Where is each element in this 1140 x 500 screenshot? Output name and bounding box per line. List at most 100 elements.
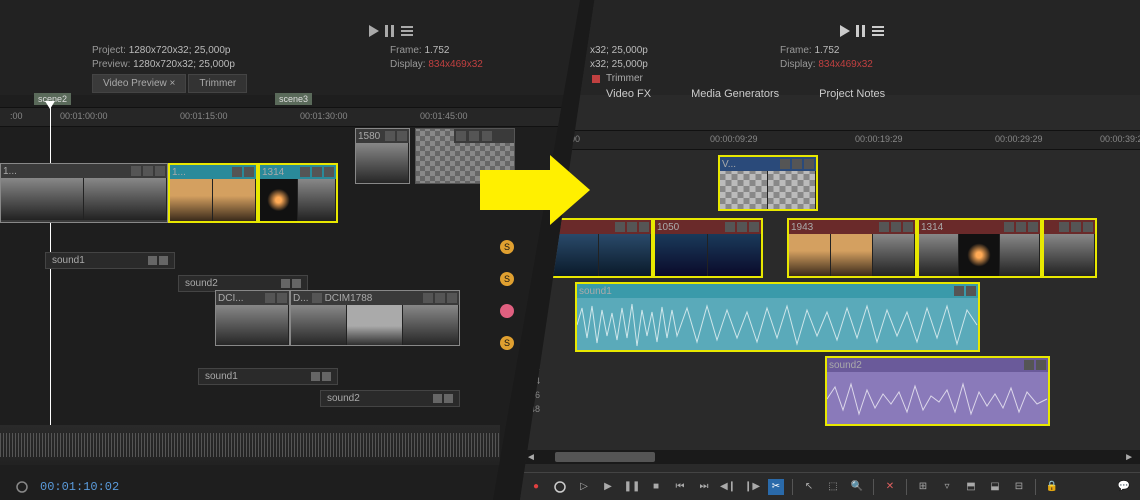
track-sound1-left[interactable]: sound1	[45, 252, 175, 269]
close-icon[interactable]: ×	[170, 78, 176, 89]
menu-icon[interactable]	[322, 372, 331, 381]
prev-frame-button[interactable]: ◀❙	[720, 479, 736, 495]
mute-indicator[interactable]	[500, 304, 514, 318]
fx-icon[interactable]	[312, 167, 322, 177]
clip-dcim[interactable]: DCI...	[215, 290, 290, 346]
play-icon[interactable]	[840, 25, 850, 37]
scroll-right-icon[interactable]: ►	[1124, 452, 1134, 463]
menu-icon[interactable]	[159, 256, 168, 265]
clip-1314[interactable]: 1314	[258, 163, 338, 223]
tab-trimmer-r[interactable]: Trimmer	[606, 73, 643, 84]
loop-button[interactable]	[552, 479, 568, 495]
waveform-overview[interactable]	[0, 425, 500, 465]
crop-icon[interactable]	[131, 166, 141, 176]
list-icon[interactable]	[401, 25, 411, 37]
tab-video-preview[interactable]: Video Preview ×	[92, 74, 186, 93]
clip-1314-r[interactable]: 1314	[917, 218, 1042, 278]
menu-icon[interactable]	[966, 286, 976, 296]
fx-icon[interactable]	[1071, 222, 1081, 232]
track-sound2-b[interactable]: sound2	[320, 390, 460, 407]
crop-icon[interactable]	[423, 293, 433, 303]
menu-icon[interactable]	[804, 159, 814, 169]
go-start-button[interactable]: ⏮	[672, 479, 688, 495]
clip-dcim1788[interactable]: D...DCIM1788	[290, 290, 460, 346]
list-icon[interactable]	[872, 25, 882, 37]
go-end-button[interactable]: ⏭	[696, 479, 712, 495]
fx-icon[interactable]	[232, 167, 242, 177]
fx-icon[interactable]	[311, 372, 320, 381]
menu-icon[interactable]	[903, 222, 913, 232]
play-start-button[interactable]: ▷	[576, 479, 592, 495]
crop-icon[interactable]	[300, 167, 310, 177]
menu-icon[interactable]	[324, 167, 334, 177]
play-button[interactable]: ▶	[600, 479, 616, 495]
fx-icon[interactable]	[148, 256, 157, 265]
crop-icon[interactable]	[1004, 222, 1014, 232]
audio-sound2[interactable]: sound2	[825, 356, 1050, 426]
marker-button[interactable]: ▿	[939, 479, 955, 495]
menu-icon[interactable]	[482, 131, 492, 141]
tool-a[interactable]: ⬓	[987, 479, 1003, 495]
fx-icon[interactable]	[385, 131, 395, 141]
crop-icon[interactable]	[1059, 222, 1069, 232]
edit-tool-button[interactable]: ✂	[768, 479, 784, 495]
play-icon[interactable]	[369, 25, 379, 37]
cursor-tool[interactable]: ↖	[801, 479, 817, 495]
scrollbar-thumb[interactable]	[555, 452, 655, 462]
clip-sunset-sel[interactable]: 1...	[168, 163, 258, 223]
solo-indicator[interactable]: S	[500, 272, 514, 286]
crop-icon[interactable]	[456, 131, 466, 141]
clip-1050[interactable]: 1050	[653, 218, 763, 278]
crop-icon[interactable]	[725, 222, 735, 232]
fx-icon[interactable]	[281, 279, 290, 288]
menu-icon[interactable]	[1036, 360, 1046, 370]
audio-sound1[interactable]: sound1	[575, 282, 980, 352]
tool-b[interactable]: ⊟	[1011, 479, 1027, 495]
clip-bw-1[interactable]: 1...	[0, 163, 168, 223]
marker-scene3[interactable]: scene3	[275, 93, 312, 105]
playhead-left[interactable]	[50, 107, 51, 437]
snap-button[interactable]: ⊞	[915, 479, 931, 495]
menu-icon[interactable]	[244, 167, 254, 177]
solo-indicator[interactable]: S	[500, 336, 514, 350]
clip-1943[interactable]: 1943	[787, 218, 917, 278]
menu-icon[interactable]	[397, 131, 407, 141]
pause-icon[interactable]	[856, 25, 866, 37]
menu-icon[interactable]	[447, 293, 457, 303]
solo-indicator[interactable]: S	[500, 240, 514, 254]
track-sound1-b[interactable]: sound1	[198, 368, 338, 385]
menu-icon[interactable]	[155, 166, 165, 176]
tag-button[interactable]: ⬒	[963, 479, 979, 495]
crop-icon[interactable]	[615, 222, 625, 232]
clip-1580[interactable]: 1580	[355, 128, 410, 184]
fx-icon[interactable]	[1016, 222, 1026, 232]
menu-icon[interactable]	[292, 279, 301, 288]
fx-icon[interactable]	[433, 394, 442, 403]
tab-media-generators[interactable]: Media Generators	[691, 88, 779, 100]
pause-icon[interactable]	[385, 25, 395, 37]
menu-icon[interactable]	[749, 222, 759, 232]
tab-video-fx[interactable]: Video FX	[606, 88, 651, 100]
fx-icon[interactable]	[954, 286, 964, 296]
menu-icon[interactable]	[639, 222, 649, 232]
next-frame-button[interactable]: ❙▶	[744, 479, 760, 495]
zoom-tool[interactable]: 🔍	[849, 479, 865, 495]
fx-icon[interactable]	[627, 222, 637, 232]
menu-icon[interactable]	[1083, 222, 1093, 232]
clip-13[interactable]: 13	[545, 218, 653, 278]
select-tool[interactable]: ⬚	[825, 479, 841, 495]
tab-project-notes[interactable]: Project Notes	[819, 88, 885, 100]
menu-icon[interactable]	[1028, 222, 1038, 232]
pause-button[interactable]: ❚❚	[624, 479, 640, 495]
stop-button[interactable]: ■	[648, 479, 664, 495]
fx-icon[interactable]	[792, 159, 802, 169]
delete-button[interactable]: ✕	[882, 479, 898, 495]
fx-icon[interactable]	[891, 222, 901, 232]
fx-icon[interactable]	[469, 131, 479, 141]
tab-trimmer[interactable]: Trimmer	[188, 74, 247, 93]
menu-icon[interactable]	[444, 394, 453, 403]
lock-button[interactable]: 🔒	[1044, 479, 1060, 495]
fx-icon[interactable]	[143, 166, 153, 176]
fx-icon[interactable]	[737, 222, 747, 232]
comment-button[interactable]: 💬	[1116, 479, 1132, 495]
